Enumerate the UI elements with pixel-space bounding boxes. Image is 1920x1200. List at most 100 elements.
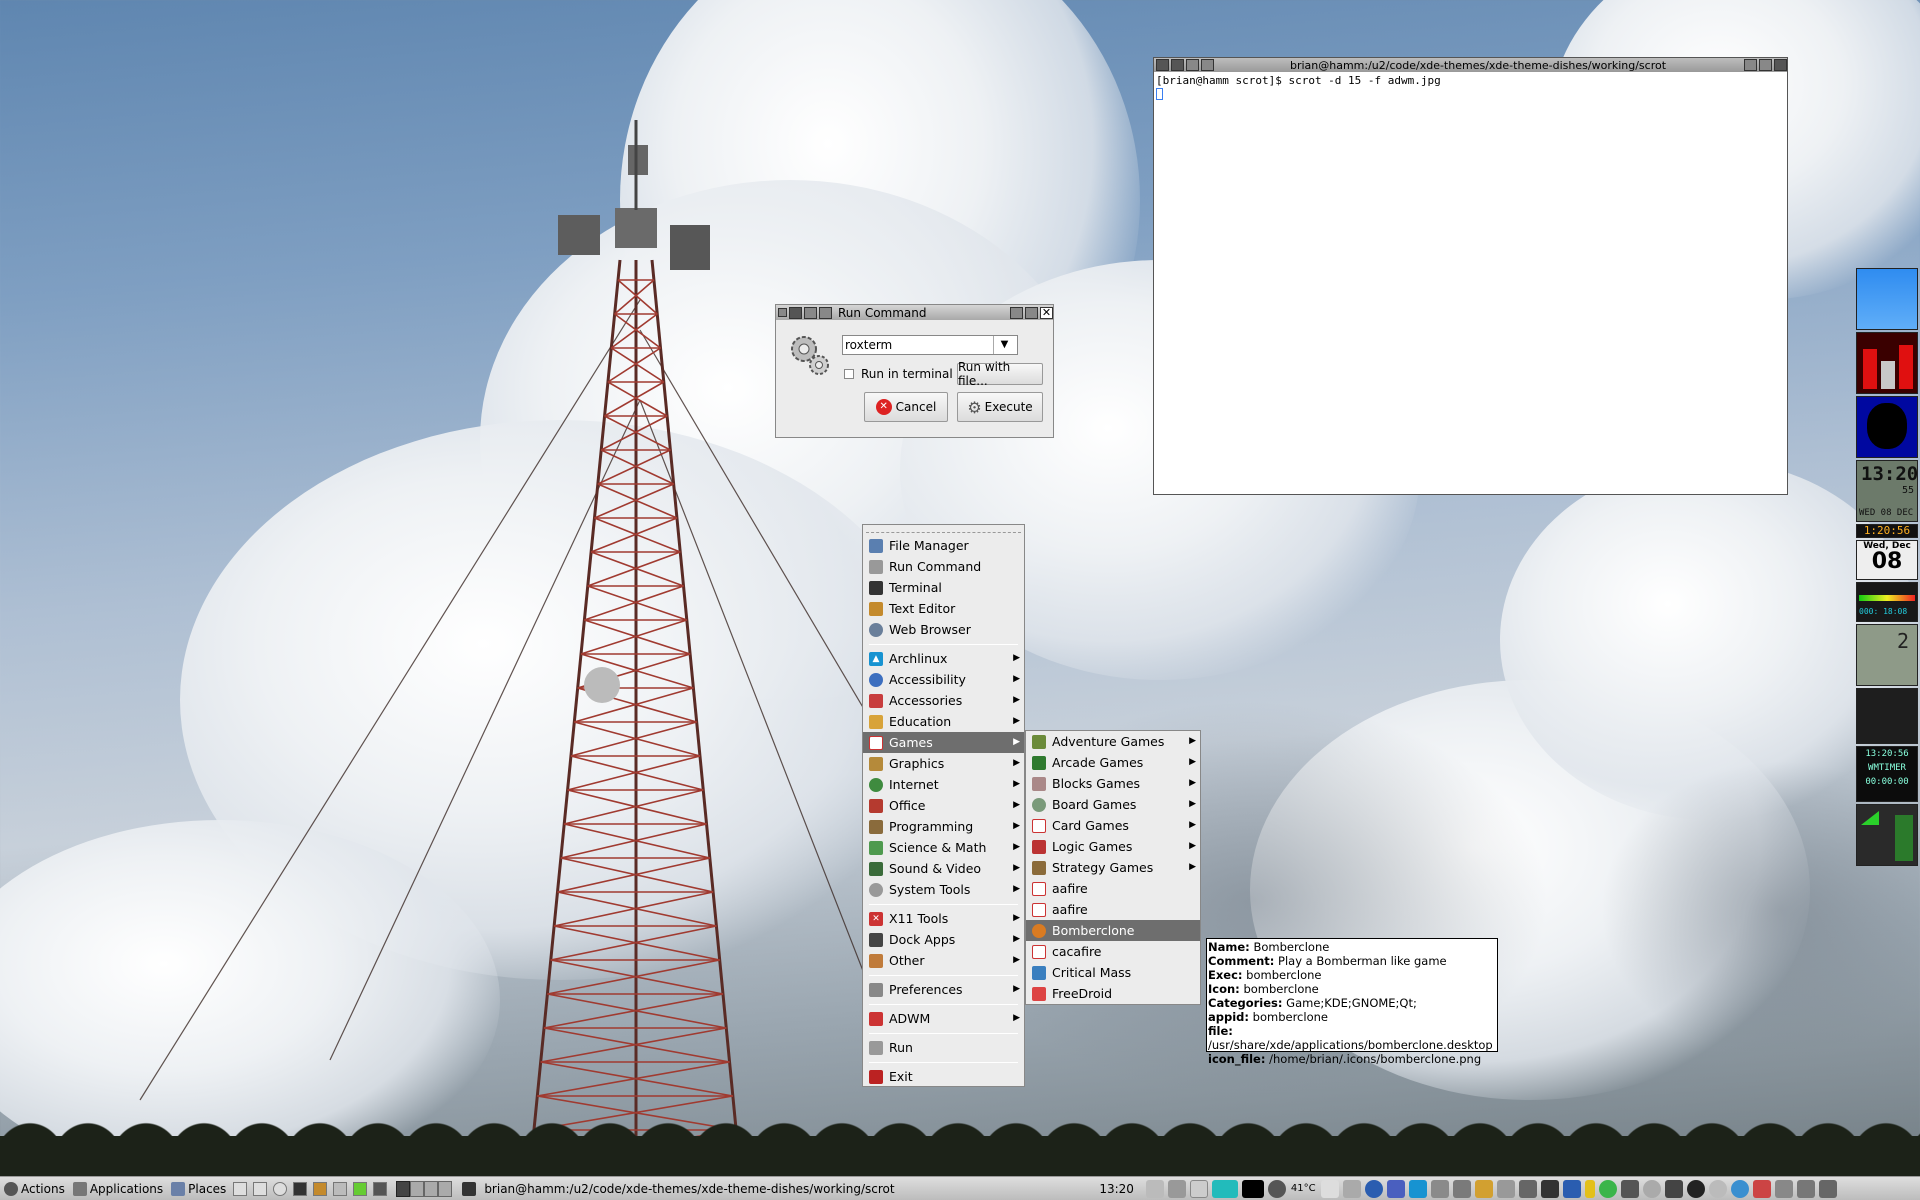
- menu-item-system-tools[interactable]: System Tools ▶: [863, 879, 1024, 900]
- terminal-launcher-icon[interactable]: [293, 1181, 308, 1196]
- menu-item-terminal[interactable]: Terminal: [863, 577, 1024, 598]
- workspace-1[interactable]: [396, 1180, 411, 1197]
- menu-item-other[interactable]: Other ▶: [863, 950, 1024, 971]
- network-icon[interactable]: [1540, 1179, 1559, 1198]
- menu-item-run-command[interactable]: Run Command: [863, 556, 1024, 577]
- menu-item-exit[interactable]: Exit: [863, 1066, 1024, 1087]
- menu-item-critical-mass[interactable]: Critical Mass: [1026, 962, 1200, 983]
- menu-item-programming[interactable]: Programming ▶: [863, 816, 1024, 837]
- menu-item-graphics[interactable]: Graphics ▶: [863, 753, 1024, 774]
- globe-icon[interactable]: [1730, 1179, 1749, 1198]
- menu-item-text-editor[interactable]: Text Editor: [863, 598, 1024, 619]
- run-dialog-titlebar[interactable]: Run Command ✕: [776, 305, 1053, 320]
- run-with-file-button[interactable]: Run with file...: [957, 360, 1043, 388]
- menu-item-logic-games[interactable]: Logic Games ▶: [1026, 836, 1200, 857]
- workspace-4[interactable]: [438, 1180, 453, 1197]
- checkbox-box[interactable]: [844, 369, 854, 379]
- menu-item-adventure-games[interactable]: Adventure Games ▶: [1026, 731, 1200, 752]
- window-button[interactable]: [1186, 59, 1199, 71]
- taskbar-item-terminal[interactable]: brian@hamm:/u2/code/xde-themes/xde-theme…: [458, 1178, 1046, 1200]
- dockapp-cpu[interactable]: 2: [1856, 624, 1918, 686]
- launcher-icon[interactable]: [253, 1181, 268, 1196]
- menu-item-dock-apps[interactable]: Dock Apps ▶: [863, 929, 1024, 950]
- window-button[interactable]: [1171, 59, 1184, 71]
- menu-item-archlinux[interactable]: ▲ Archlinux ▶: [863, 648, 1024, 669]
- camera-icon[interactable]: [373, 1181, 388, 1196]
- launcher-icon[interactable]: [273, 1181, 288, 1196]
- applications-menu[interactable]: File Manager Run Command Terminal Text E…: [862, 524, 1025, 1087]
- tray-icon[interactable]: [1474, 1179, 1493, 1198]
- menu-item-arcade-games[interactable]: Arcade Games ▶: [1026, 752, 1200, 773]
- applications-menu-button[interactable]: Applications: [69, 1178, 167, 1200]
- menu-item-adwm[interactable]: ADWM ▶: [863, 1008, 1024, 1029]
- cpu-graph-icon[interactable]: [1211, 1179, 1238, 1198]
- volume-icon[interactable]: [1342, 1179, 1361, 1198]
- bottom-panel[interactable]: Actions Applications Places brian@hamm:/…: [0, 1176, 1920, 1200]
- actions-menu-button[interactable]: Actions: [0, 1178, 69, 1200]
- dockapp-volume[interactable]: [1856, 804, 1918, 866]
- menu-item-file-manager[interactable]: File Manager: [863, 535, 1024, 556]
- menu-item-strategy-games[interactable]: Strategy Games ▶: [1026, 857, 1200, 878]
- weather-icon[interactable]: [1267, 1179, 1286, 1198]
- execute-button[interactable]: ⚙ Execute: [957, 392, 1043, 422]
- tray-icon[interactable]: [1518, 1179, 1537, 1198]
- editor-launcher-icon[interactable]: [313, 1181, 328, 1196]
- command-combobox[interactable]: ▼: [842, 335, 1018, 355]
- temperature-readout[interactable]: 41°C: [1291, 1183, 1316, 1194]
- tray-icon[interactable]: [1430, 1179, 1449, 1198]
- places-menu-button[interactable]: Places: [167, 1178, 230, 1200]
- menu-item-science-math[interactable]: Science & Math ▶: [863, 837, 1024, 858]
- window-button[interactable]: [819, 306, 832, 319]
- tray-icon[interactable]: [1167, 1179, 1186, 1198]
- archlinux-icon[interactable]: [1408, 1179, 1427, 1198]
- run-in-terminal-checkbox[interactable]: Run in terminal: [844, 367, 953, 381]
- bluetooth-icon[interactable]: [1562, 1179, 1581, 1198]
- mail-icon[interactable]: [1752, 1179, 1771, 1198]
- menu-item-office[interactable]: Office ▶: [863, 795, 1024, 816]
- menu-item-blocks-games[interactable]: Blocks Games ▶: [1026, 773, 1200, 794]
- cancel-button[interactable]: ✕ Cancel: [864, 392, 948, 422]
- menu-item-internet[interactable]: Internet ▶: [863, 774, 1024, 795]
- terminal-window[interactable]: brian@hamm:/u2/code/xde-themes/xde-theme…: [1153, 57, 1788, 495]
- workspace-3[interactable]: [424, 1180, 439, 1197]
- tray-icon[interactable]: [1774, 1179, 1793, 1198]
- dockapp-cpu-bars[interactable]: [1856, 332, 1918, 394]
- menu-item-bomberclone[interactable]: Bomberclone: [1026, 920, 1200, 941]
- dockapp-empty[interactable]: [1856, 688, 1918, 744]
- window-button[interactable]: [804, 306, 817, 319]
- launcher-icon[interactable]: [233, 1181, 248, 1196]
- menu-item-games[interactable]: Games ▶: [863, 732, 1024, 753]
- window-button[interactable]: [789, 306, 802, 319]
- window-menu-icon[interactable]: [778, 308, 787, 317]
- games-submenu[interactable]: Adventure Games ▶ Arcade Games ▶ Blocks Ga…: [1025, 730, 1201, 1005]
- menu-item-sound-video[interactable]: Sound & Video ▶: [863, 858, 1024, 879]
- play-icon[interactable]: [1320, 1179, 1339, 1198]
- launcher-icon[interactable]: [333, 1181, 348, 1196]
- launcher-icon[interactable]: [353, 1181, 368, 1196]
- menu-item-freedroid[interactable]: FreeDroid: [1026, 983, 1200, 1004]
- menu-item-preferences[interactable]: Preferences ▶: [863, 979, 1024, 1000]
- dockapp-lcd-clock[interactable]: 13:20 55 WED 08 DEC: [1856, 460, 1918, 522]
- leaf-icon[interactable]: [1598, 1179, 1617, 1198]
- tray-icon[interactable]: [1818, 1179, 1837, 1198]
- window-button[interactable]: [1201, 59, 1214, 71]
- workspace-pager[interactable]: [396, 1180, 453, 1197]
- minimize-icon[interactable]: [1744, 59, 1757, 71]
- chevron-down-icon[interactable]: ▼: [993, 336, 1015, 354]
- close-icon[interactable]: [1774, 59, 1787, 71]
- dockapp-column[interactable]: 13:20 55 WED 08 DEC 1:20:56 Wed, Dec 08 …: [1856, 268, 1920, 868]
- menu-item-aafire[interactable]: aafire: [1026, 899, 1200, 920]
- maximize-icon[interactable]: [1759, 59, 1772, 71]
- dockapp-blob[interactable]: [1856, 396, 1918, 458]
- panel-clock[interactable]: 13:20: [1099, 1182, 1134, 1196]
- teams-icon[interactable]: [1386, 1179, 1405, 1198]
- terminal-output[interactable]: [brian@hamm scrot]$ scrot -d 15 -f adwm.…: [1154, 72, 1787, 102]
- menu-item-accessories[interactable]: Accessories ▶: [863, 690, 1024, 711]
- menu-item-aafire[interactable]: aafire: [1026, 878, 1200, 899]
- monitor-icon[interactable]: [1664, 1179, 1683, 1198]
- tearoff-line[interactable]: [866, 525, 1021, 533]
- minimize-icon[interactable]: [1010, 306, 1023, 319]
- menu-item-education[interactable]: Education ▶: [863, 711, 1024, 732]
- tray-icon[interactable]: [1708, 1179, 1727, 1198]
- dockapp-sky[interactable]: [1856, 268, 1918, 330]
